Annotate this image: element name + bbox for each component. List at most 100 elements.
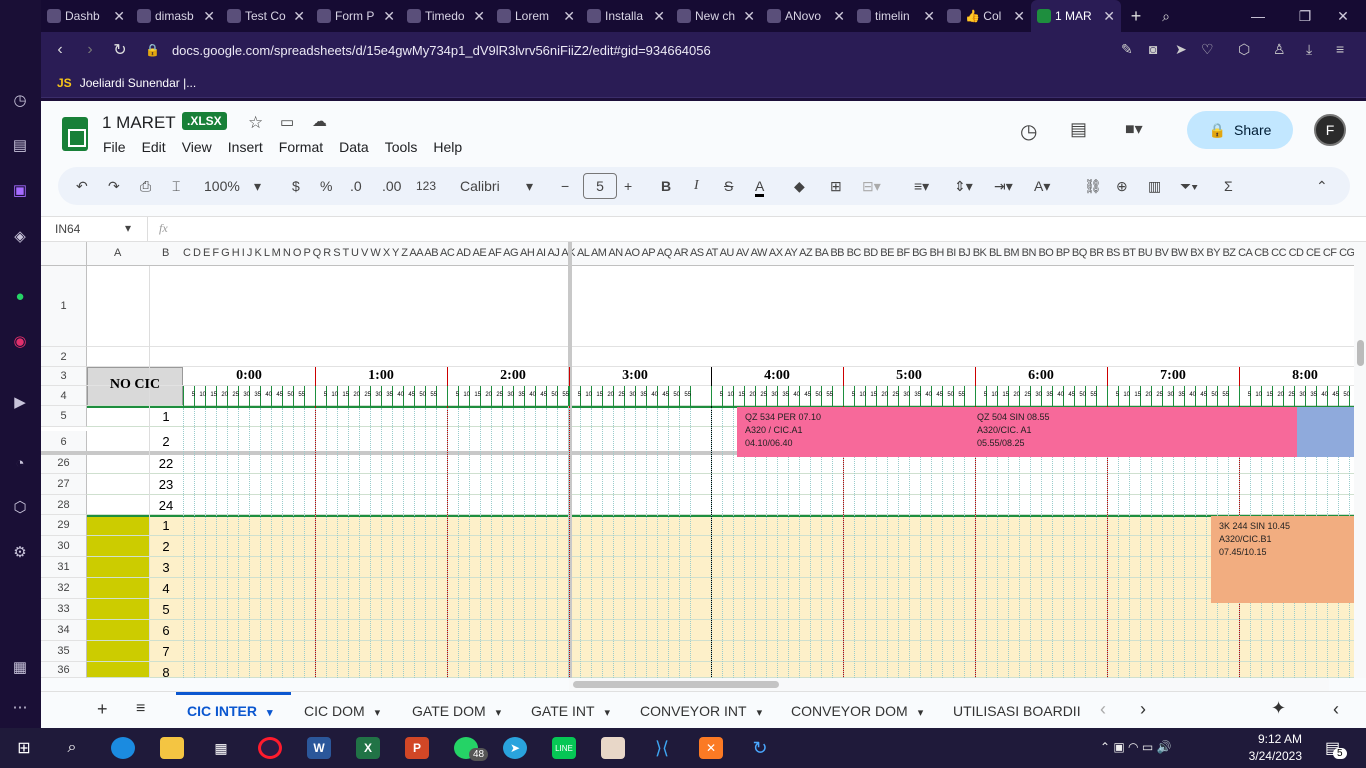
close-tab-icon[interactable]: ✕: [383, 8, 395, 25]
shopping-icon[interactable]: ▤: [10, 135, 30, 155]
move-folder-icon[interactable]: ▭: [280, 113, 294, 131]
cic-number[interactable]: 3: [149, 560, 183, 575]
forward-icon[interactable]: ›: [75, 41, 105, 59]
borders-icon[interactable]: ⊞: [830, 178, 842, 195]
row-header[interactable]: 27: [41, 474, 87, 495]
strikethrough-icon[interactable]: S: [724, 178, 733, 194]
chevron-down-icon[interactable]: ▾: [757, 707, 763, 719]
box-icon[interactable]: ⬡: [10, 497, 30, 517]
row-header[interactable]: 35: [41, 641, 87, 662]
gallery-icon[interactable]: ▦: [10, 657, 30, 677]
row-header[interactable]: 3: [41, 367, 87, 386]
meet-icon[interactable]: ■▾: [1125, 119, 1143, 139]
row-header[interactable]: 33: [41, 599, 87, 620]
chevron-down-icon[interactable]: ▾: [125, 221, 131, 235]
instagram-icon[interactable]: ◉: [10, 331, 30, 351]
horizontal-scrollbar[interactable]: [569, 678, 1329, 691]
cic-number[interactable]: 22: [149, 456, 183, 471]
opera-icon[interactable]: [258, 737, 282, 759]
bold-icon[interactable]: B: [661, 178, 671, 194]
browser-tab[interactable]: 👍 Col ✕: [941, 0, 1031, 32]
column-header-letters[interactable]: C D E F G H I J K L M N O P Q R S T U V …: [183, 247, 1354, 259]
link-icon[interactable]: ⛓: [1084, 178, 1102, 195]
column-header-b[interactable]: B: [162, 247, 169, 259]
menu-view[interactable]: View: [182, 139, 212, 155]
browser-tab[interactable]: Installa ✕: [581, 0, 671, 32]
cic-number[interactable]: 2: [149, 539, 183, 554]
clock[interactable]: 9:12 AM 3/24/2023: [1228, 732, 1302, 763]
scroll-thumb[interactable]: [1357, 340, 1364, 366]
chevron-down-icon[interactable]: ▾: [605, 707, 611, 719]
cube-icon[interactable]: ⬡: [1238, 41, 1250, 58]
whatsapp-icon[interactable]: ●: [10, 286, 30, 306]
avatar[interactable]: F: [1314, 114, 1346, 146]
menu-format[interactable]: Format: [279, 139, 323, 155]
word-icon[interactable]: W: [307, 737, 331, 759]
menu-insert[interactable]: Insert: [228, 139, 263, 155]
row-header[interactable]: 30: [41, 536, 87, 557]
menu-tools[interactable]: Tools: [385, 139, 418, 155]
line-icon[interactable]: LINE: [552, 737, 576, 759]
edit-page-icon[interactable]: ✎: [1121, 41, 1133, 58]
heart-icon[interactable]: ♡: [1201, 41, 1214, 58]
download-icon[interactable]: ⤓: [1306, 41, 1312, 58]
close-tab-icon[interactable]: ✕: [923, 8, 935, 25]
app-icon[interactable]: ↻: [748, 737, 772, 759]
row-header[interactable]: 1: [41, 266, 87, 347]
vertical-scrollbar[interactable]: [1354, 242, 1366, 678]
cic-number[interactable]: 24: [149, 498, 183, 513]
sheet-tab[interactable]: CIC DOM ▾: [304, 703, 380, 719]
cic-number[interactable]: 7: [149, 644, 183, 659]
tray-icons[interactable]: ⌃ ▣ ◠ ▭ 🔊: [1100, 740, 1171, 754]
text-wrap-icon[interactable]: ⇥▾: [994, 178, 1013, 195]
close-tab-icon[interactable]: ✕: [653, 8, 665, 25]
currency-button[interactable]: $: [292, 178, 300, 194]
filter-icon[interactable]: ⏷▾: [1180, 178, 1198, 195]
row-header[interactable]: 29: [41, 515, 87, 536]
cic-number[interactable]: 5: [149, 602, 183, 617]
print-icon[interactable]: ⎙: [140, 178, 151, 195]
browser-tab[interactable]: Lorem ✕: [491, 0, 581, 32]
text-rotation-icon[interactable]: A▾: [1034, 178, 1050, 195]
sheet-tab[interactable]: CONVEYOR DOM ▾: [791, 703, 923, 719]
menu-edit[interactable]: Edit: [142, 139, 166, 155]
sheet-grid[interactable]: A B C D E F G H I J K L M N O P Q R S T …: [41, 242, 1354, 678]
powerpoint-icon[interactable]: P: [405, 737, 429, 759]
file-explorer-icon[interactable]: [160, 737, 184, 759]
collapse-toolbar-icon[interactable]: ⌃: [1316, 178, 1328, 195]
fill-color-icon[interactable]: ◆: [794, 178, 805, 195]
sheets-logo-icon[interactable]: [62, 117, 88, 151]
close-tab-icon[interactable]: ✕: [1103, 8, 1115, 25]
search-icon[interactable]: ⌕: [60, 737, 84, 759]
close-tab-icon[interactable]: ✕: [743, 8, 755, 25]
merge-cells-icon[interactable]: ⊟▾: [862, 178, 881, 195]
cic-number[interactable]: 6: [149, 623, 183, 638]
doc-title[interactable]: 1 MARET: [102, 113, 176, 133]
collapse-side-icon[interactable]: ‹: [1333, 699, 1339, 720]
excel-icon[interactable]: X: [356, 737, 380, 759]
chart-icon[interactable]: ▥: [1148, 178, 1161, 195]
scroll-tabs-left-icon[interactable]: ‹: [1100, 699, 1106, 720]
minimize-button[interactable]: —: [1235, 0, 1281, 32]
font-size-input[interactable]: 5: [583, 173, 617, 199]
comments-icon[interactable]: ▤: [1070, 119, 1087, 140]
tab-search-icon[interactable]: ⌕: [1151, 8, 1181, 25]
paint-format-icon[interactable]: ⌶: [172, 178, 180, 195]
browser-tab[interactable]: Dashb ✕: [41, 0, 131, 32]
sheet-tab[interactable]: GATE INT ▾: [531, 703, 610, 719]
menu-file[interactable]: File: [103, 139, 126, 155]
edge-icon[interactable]: [111, 737, 135, 759]
chevron-down-icon[interactable]: ▾: [375, 707, 381, 719]
browser-tab[interactable]: New ch ✕: [671, 0, 761, 32]
more-icon[interactable]: ⋯: [10, 697, 30, 717]
browser-tab[interactable]: ANovo ✕: [761, 0, 851, 32]
star-icon[interactable]: ☆: [248, 113, 263, 133]
flight-block[interactable]: 3K 244 SIN 10.45 A320/CIC.B1 07.45/10.15: [1211, 516, 1354, 603]
cic-number[interactable]: 1: [149, 409, 183, 424]
close-tab-icon[interactable]: ✕: [203, 8, 215, 25]
cic-number[interactable]: 1: [149, 518, 183, 533]
extensions-icon[interactable]: ◈: [10, 226, 30, 246]
sheet-tab[interactable]: CIC INTER ▾: [187, 703, 273, 719]
xampp-icon[interactable]: ✕: [699, 737, 723, 759]
back-icon[interactable]: ‹: [45, 41, 75, 59]
